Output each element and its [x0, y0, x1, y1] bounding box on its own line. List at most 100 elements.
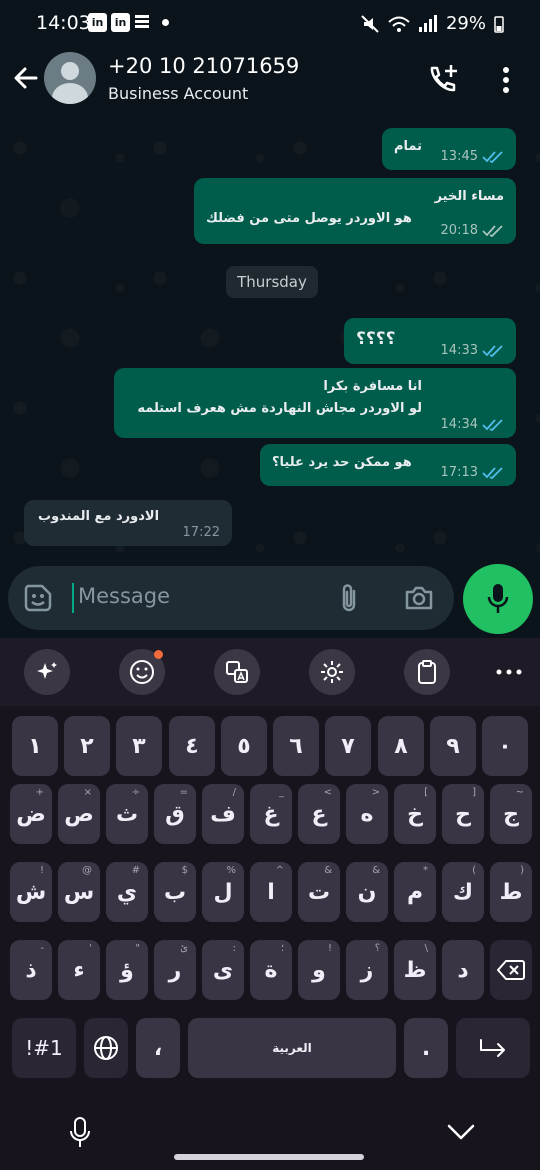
key[interactable]: ٨ — [378, 716, 424, 776]
translate-icon — [226, 661, 248, 683]
key[interactable]: ١ — [12, 716, 58, 776]
key[interactable]: > ه — [346, 784, 388, 844]
double-check-read-icon — [482, 150, 503, 163]
key[interactable]: ~ ج — [490, 784, 532, 844]
sticker-icon[interactable] — [22, 582, 54, 614]
message-bubble-outgoing[interactable]: انا مسافرة بكرا لو الاوردر مجاش النهاردة… — [114, 368, 516, 438]
hide-keyboard-icon[interactable] — [446, 1122, 476, 1142]
key[interactable]: \ ظ — [394, 940, 436, 1000]
key[interactable]: ÷ ث — [106, 784, 148, 844]
contact-name[interactable]: +20 10 21071659 — [108, 54, 299, 78]
more-vert-icon[interactable] — [494, 64, 518, 96]
double-check-read-icon — [482, 344, 503, 357]
key[interactable]: :ى — [202, 940, 244, 1000]
key[interactable]: ] ح — [442, 784, 484, 844]
status-bar: 14:03 in in 29% — [0, 0, 540, 46]
key[interactable]: ؟ ز — [346, 940, 388, 1000]
mute-icon — [361, 14, 379, 33]
voice-input-icon[interactable] — [68, 1116, 92, 1150]
signal-icon — [418, 14, 437, 32]
linkedin-icon: in — [88, 13, 107, 32]
settings-icon — [321, 661, 343, 683]
key[interactable]: ٢ — [64, 716, 110, 776]
keyboard-toolbar — [0, 638, 540, 706]
paperclip-icon[interactable] — [334, 582, 364, 614]
key[interactable]: / ف — [202, 784, 244, 844]
key[interactable]: ! و — [298, 940, 340, 1000]
camera-icon[interactable] — [404, 584, 434, 612]
message-bubble-outgoing[interactable]: مساء الخير هو الاوردر يوصل متى من فضلك 2… — [194, 178, 516, 244]
day-separator: Thursday — [226, 266, 318, 298]
status-right: 29% — [360, 13, 504, 34]
navigation-bar — [0, 1090, 540, 1170]
message-text: لو الاوردر مجاش النهاردة مش هعرف استلمه — [137, 401, 422, 416]
key[interactable]: < ع — [298, 784, 340, 844]
key[interactable]: ٥ — [221, 716, 267, 776]
key[interactable]: × ص — [58, 784, 100, 844]
more-horiz-icon[interactable] — [494, 660, 524, 684]
language-key[interactable] — [84, 1018, 128, 1078]
home-gesture-bar[interactable] — [174, 1154, 364, 1160]
key[interactable]: [خ — [394, 784, 436, 844]
key[interactable]: = ق — [154, 784, 196, 844]
key[interactable]: _ غ — [250, 784, 292, 844]
key[interactable]: ؛ ة — [250, 940, 292, 1000]
key[interactable]: (ك — [442, 862, 484, 922]
message-time: 14:34 — [440, 417, 478, 432]
key[interactable]: ٤ — [169, 716, 215, 776]
chat-header: +20 10 21071659 Business Account — [0, 46, 540, 118]
message-placeholder[interactable]: Message — [78, 584, 170, 608]
key[interactable]: + ض — [10, 784, 52, 844]
chat-area[interactable]: تمام 13:45 مساء الخير هو الاوردر يوصل مت… — [0, 118, 540, 560]
key[interactable]: -ذ — [10, 940, 52, 1000]
message-text: الادورد مع المندوب — [38, 509, 160, 524]
enter-key[interactable] — [456, 1018, 530, 1078]
symbols-key[interactable]: !#1 — [12, 1018, 76, 1078]
backspace-key[interactable] — [490, 940, 532, 1000]
key[interactable]: ئر — [154, 940, 196, 1000]
key[interactable]: د — [442, 940, 484, 1000]
voice-record-button[interactable] — [463, 564, 533, 634]
emoji-icon — [130, 660, 154, 684]
key[interactable]: $ ب — [154, 862, 196, 922]
message-text: انا مسافرة بكرا — [323, 379, 422, 394]
key[interactable]: ٠ — [482, 716, 528, 776]
clipboard-icon — [418, 660, 436, 684]
key[interactable]: # ي — [106, 862, 148, 922]
key[interactable]: & ن — [346, 862, 388, 922]
ai-sparkle-button[interactable] — [24, 649, 70, 695]
key[interactable]: ^ ا — [250, 862, 292, 922]
message-meta: 14:33 — [441, 343, 504, 358]
message-bubble-incoming[interactable]: الادورد مع المندوب 17:22 — [24, 500, 232, 546]
key[interactable]: ٧ — [325, 716, 371, 776]
space-key[interactable]: العربية — [188, 1018, 396, 1078]
key[interactable]: * م — [394, 862, 436, 922]
clipboard-button[interactable] — [404, 649, 450, 695]
stack-icon — [135, 15, 149, 28]
keyboard-settings-button[interactable] — [309, 649, 355, 695]
key[interactable]: ٦ — [273, 716, 319, 776]
message-bubble-outgoing[interactable]: هو ممكن حد يرد عليا؟ 17:13 — [260, 444, 516, 486]
translate-button[interactable] — [214, 649, 260, 695]
key[interactable]: % ل — [202, 862, 244, 922]
period-key[interactable]: . — [404, 1018, 448, 1078]
key[interactable]: ٣ — [116, 716, 162, 776]
message-input-box[interactable]: Message — [8, 566, 454, 630]
add-call-icon[interactable] — [424, 62, 460, 98]
globe-icon — [94, 1036, 118, 1060]
back-arrow-icon[interactable] — [10, 62, 42, 94]
message-time: 17:13 — [440, 465, 478, 480]
emoji-button[interactable] — [119, 649, 165, 695]
key[interactable]: " ؤ — [106, 940, 148, 1000]
message-bubble-outgoing[interactable]: تمام 13:45 — [382, 128, 516, 170]
comma-key[interactable]: ، — [136, 1018, 180, 1078]
message-bubble-outgoing[interactable]: ؟؟؟؟ 14:33 — [344, 318, 516, 364]
key[interactable]: ٩ — [430, 716, 476, 776]
avatar[interactable] — [44, 52, 96, 104]
key[interactable]: @ س — [58, 862, 100, 922]
key[interactable]: ) ط — [490, 862, 532, 922]
key[interactable]: ! ش — [10, 862, 52, 922]
key[interactable]: & ت — [298, 862, 340, 922]
message-time: 20:18 — [440, 223, 478, 238]
key[interactable]: ' ء — [58, 940, 100, 1000]
